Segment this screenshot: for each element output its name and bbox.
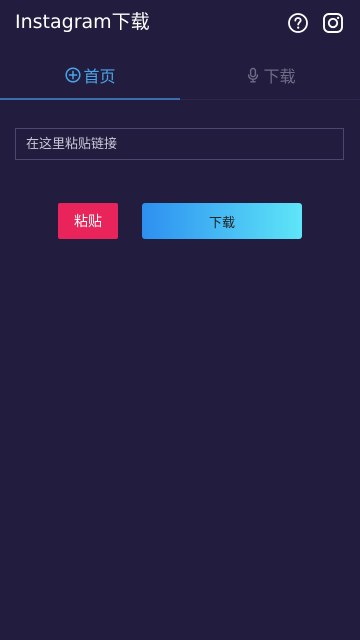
tab-home-label: 首页	[83, 67, 116, 86]
link-input[interactable]	[15, 128, 344, 160]
instagram-icon	[323, 13, 343, 33]
tab-download-label: 下载	[263, 67, 296, 86]
paste-button[interactable]: 粘贴	[58, 203, 118, 239]
app-bar: Instagram下载	[0, 0, 360, 46]
help-button[interactable]	[286, 11, 310, 35]
active-tab-indicator	[0, 98, 180, 100]
help-circle-icon	[288, 13, 308, 33]
instagram-button[interactable]	[321, 11, 345, 35]
plus-circle-icon	[64, 67, 81, 84]
microphone-icon	[244, 67, 261, 84]
tab-home[interactable]: 首页	[0, 52, 180, 98]
tab-download[interactable]: 下载	[180, 52, 360, 98]
app-title: Instagram下载	[15, 11, 150, 33]
tab-divider	[180, 99, 360, 100]
download-button[interactable]: 下载	[142, 203, 302, 239]
tab-bar: 首页 下载	[0, 52, 360, 100]
